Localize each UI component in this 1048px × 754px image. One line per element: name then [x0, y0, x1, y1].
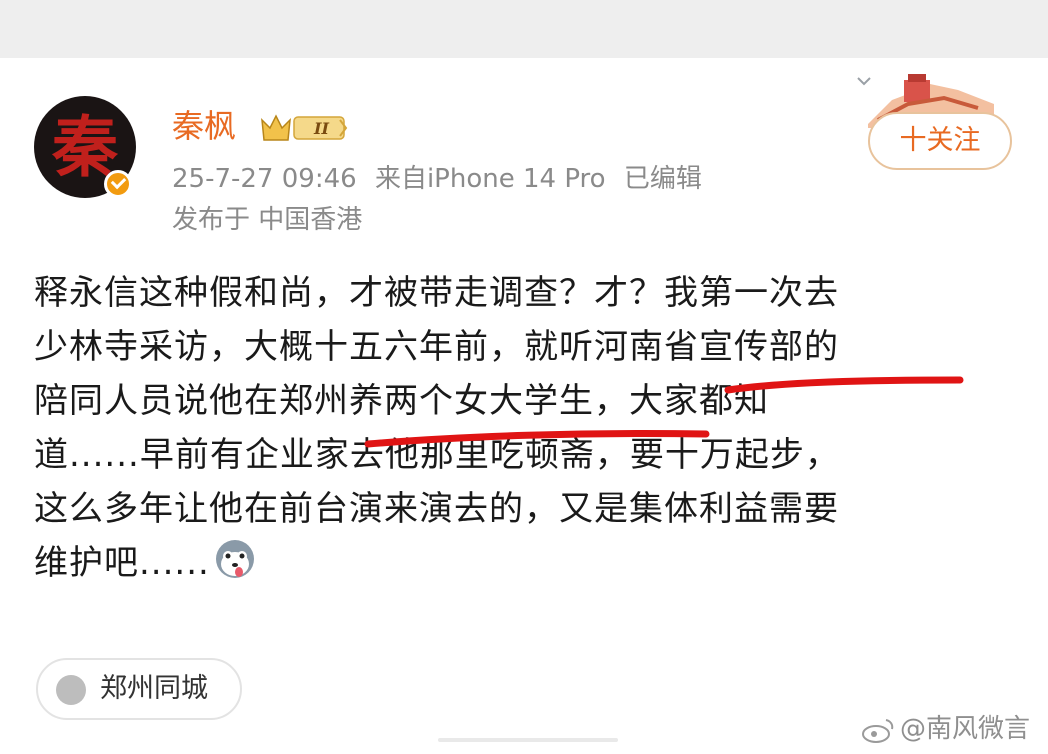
- post-line: 释永信这种假和尚，才被带走调查？才？我第一次去: [34, 273, 839, 313]
- red-underline-mark: [364, 429, 710, 448]
- watermark-text: @南风微言: [900, 714, 1031, 744]
- image-blur-strip: [438, 738, 618, 742]
- top-gray-bar: [0, 0, 1048, 58]
- husky-emoji-icon: [215, 540, 254, 578]
- post-line-last: 维护吧......: [34, 536, 1024, 590]
- level-badge-text: II: [313, 119, 329, 138]
- weibo-logo-icon: [862, 719, 894, 743]
- follow-button[interactable]: 十关注: [868, 112, 1012, 170]
- post-location: 发布于 中国香港: [172, 205, 363, 235]
- post-meta-line: 25-7-27 09:46 来自iPhone 14 Pro 已编辑: [172, 163, 702, 195]
- location-tag-label: 郑州同城: [100, 673, 208, 704]
- post-source: 来自iPhone 14 Pro: [374, 164, 606, 194]
- red-underline-mark: [724, 376, 964, 394]
- post-line: 这么多年让他在前台演来演去的，又是集体利益需要: [34, 489, 839, 529]
- username[interactable]: 秦枫: [172, 106, 236, 146]
- post-edited[interactable]: 已编辑: [624, 164, 702, 194]
- location-tag[interactable]: 郑州同城: [36, 658, 242, 720]
- post-timestamp: 25-7-27 09:46: [172, 164, 357, 194]
- vip-crown-icon: II: [261, 114, 348, 141]
- post-line: 少林寺采访，大概十五六年前，就听河南省宣传部的: [34, 327, 839, 367]
- post-line: 维护吧......: [34, 543, 210, 583]
- verified-badge-icon: [104, 170, 132, 198]
- city-building-icon: [56, 675, 86, 705]
